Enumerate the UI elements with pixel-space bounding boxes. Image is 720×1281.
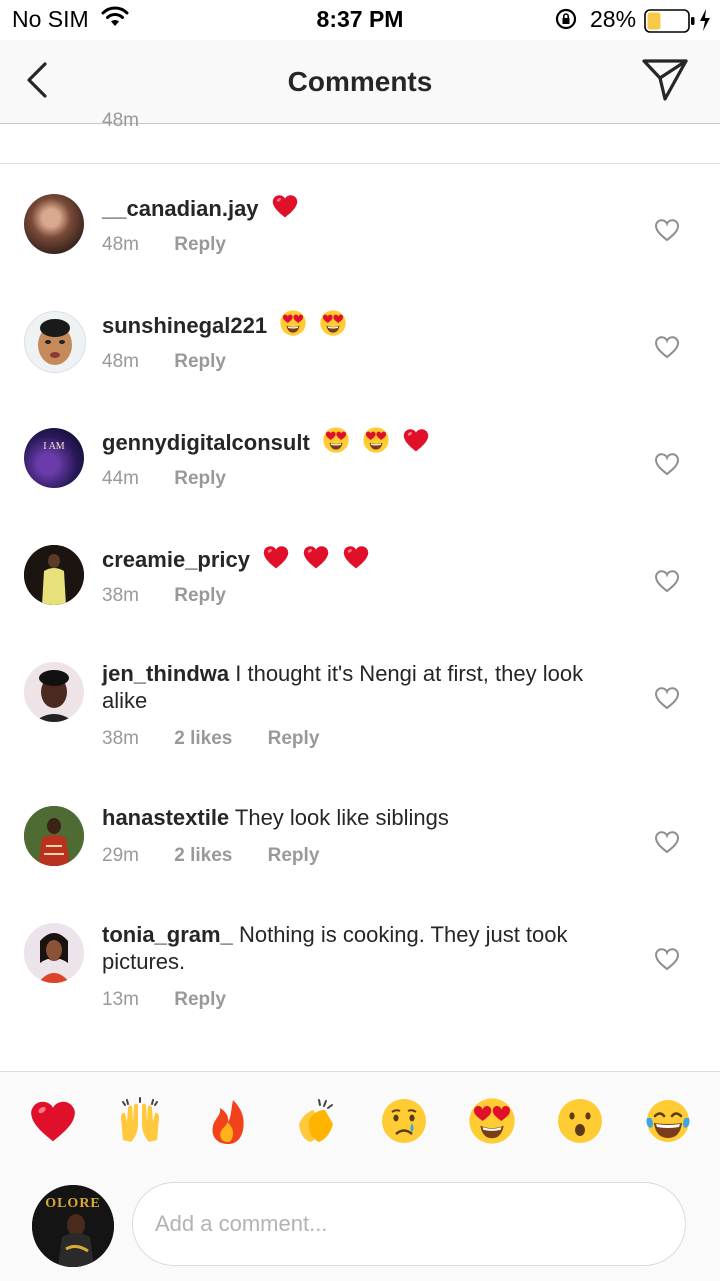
comment-username[interactable]: jen_thindwa <box>102 661 229 686</box>
comment-item: creamie_pricy 38m Reply <box>0 543 720 653</box>
surprised-face-emoji-button[interactable] <box>555 1096 605 1146</box>
like-heart-icon[interactable] <box>654 569 680 598</box>
avatar[interactable] <box>24 311 86 373</box>
comment-item: I AM gennydigitalconsult 44m Reply <box>0 426 720 536</box>
quick-reactions-bar <box>0 1096 720 1156</box>
red-heart-emoji <box>402 426 430 454</box>
avatar[interactable] <box>24 194 84 254</box>
comment-time: 38m <box>102 585 139 606</box>
red-heart-emoji-button[interactable] <box>28 1096 78 1146</box>
comment-item: hanastextile They look like siblings 29m… <box>0 804 720 914</box>
avatar[interactable] <box>24 545 84 605</box>
red-heart-emoji <box>262 543 290 571</box>
like-heart-icon[interactable] <box>654 335 680 364</box>
comment-time: 29m <box>102 845 139 866</box>
page-title: Comments <box>287 66 433 97</box>
like-heart-icon[interactable] <box>654 830 680 859</box>
clapping-hands-emoji-button[interactable] <box>291 1096 341 1146</box>
comment-username[interactable]: __canadian.jay <box>102 196 259 221</box>
comment-username[interactable]: hanastextile <box>102 805 229 830</box>
comment-username[interactable]: tonia_gram_ <box>102 922 233 947</box>
direct-send-icon[interactable] <box>641 58 689 107</box>
comment-item: jen_thindwa I thought it's Nengi at firs… <box>0 660 720 800</box>
reply-button[interactable]: Reply <box>174 351 226 372</box>
status-bar: No SIM 8:37 PM 28% <box>0 0 720 40</box>
charging-icon <box>698 8 712 37</box>
red-heart-emoji <box>271 192 299 220</box>
previous-comment-time: 48m <box>102 110 139 131</box>
comment-composer: OLORE <box>0 1071 720 1281</box>
like-heart-icon[interactable] <box>654 947 680 976</box>
comment-item: sunshinegal221 48m Reply <box>0 309 720 419</box>
heart-eyes-emoji <box>322 426 350 454</box>
reply-button[interactable]: Reply <box>268 845 320 866</box>
reply-button[interactable]: Reply <box>174 468 226 489</box>
reply-button[interactable]: Reply <box>174 234 226 255</box>
likes-count[interactable]: 2 likes <box>174 845 232 866</box>
fire-emoji-button[interactable] <box>203 1096 253 1146</box>
comment-input[interactable] <box>132 1182 686 1266</box>
reply-button[interactable]: Reply <box>174 989 226 1010</box>
comment-username[interactable]: sunshinegal221 <box>102 313 267 338</box>
reply-button[interactable]: Reply <box>268 728 320 749</box>
comment-time: 44m <box>102 468 139 489</box>
avatar[interactable]: I AM <box>24 428 84 488</box>
battery-icon <box>644 9 696 38</box>
heart-eyes-emoji <box>279 309 307 337</box>
avatar[interactable] <box>24 662 84 722</box>
comment-time: 38m <box>102 728 139 749</box>
red-heart-emoji <box>342 543 370 571</box>
comment-username[interactable]: creamie_pricy <box>102 547 250 572</box>
comment-item: tonia_gram_ Nothing is cooking. They jus… <box>0 921 720 1041</box>
rotation-lock-icon <box>554 7 578 36</box>
tears-of-joy-emoji-button[interactable] <box>643 1096 693 1146</box>
like-heart-icon[interactable] <box>654 452 680 481</box>
likes-count[interactable]: 2 likes <box>174 728 232 749</box>
comment-text: They look like siblings <box>234 805 449 830</box>
heart-eyes-emoji <box>319 309 347 337</box>
crying-face-emoji-button[interactable] <box>379 1096 429 1146</box>
comment-item: __canadian.jay 48m Reply <box>0 192 720 302</box>
heart-eyes-emoji <box>362 426 390 454</box>
divider <box>0 163 720 164</box>
heart-eyes-emoji-button[interactable] <box>467 1096 517 1146</box>
avatar[interactable] <box>24 806 84 866</box>
reply-button[interactable]: Reply <box>174 585 226 606</box>
battery-percent: 28% <box>590 6 637 32</box>
comment-time: 13m <box>102 989 139 1010</box>
comment-time: 48m <box>102 351 139 372</box>
avatar[interactable] <box>24 923 84 983</box>
svg-text:OLORE: OLORE <box>45 1196 101 1211</box>
like-heart-icon[interactable] <box>654 218 680 247</box>
like-heart-icon[interactable] <box>654 686 680 715</box>
red-heart-emoji <box>302 543 330 571</box>
comment-username[interactable]: gennydigitalconsult <box>102 430 310 455</box>
current-user-avatar: OLORE <box>32 1185 114 1267</box>
raising-hands-emoji-button[interactable] <box>115 1096 165 1146</box>
comment-time: 48m <box>102 234 139 255</box>
